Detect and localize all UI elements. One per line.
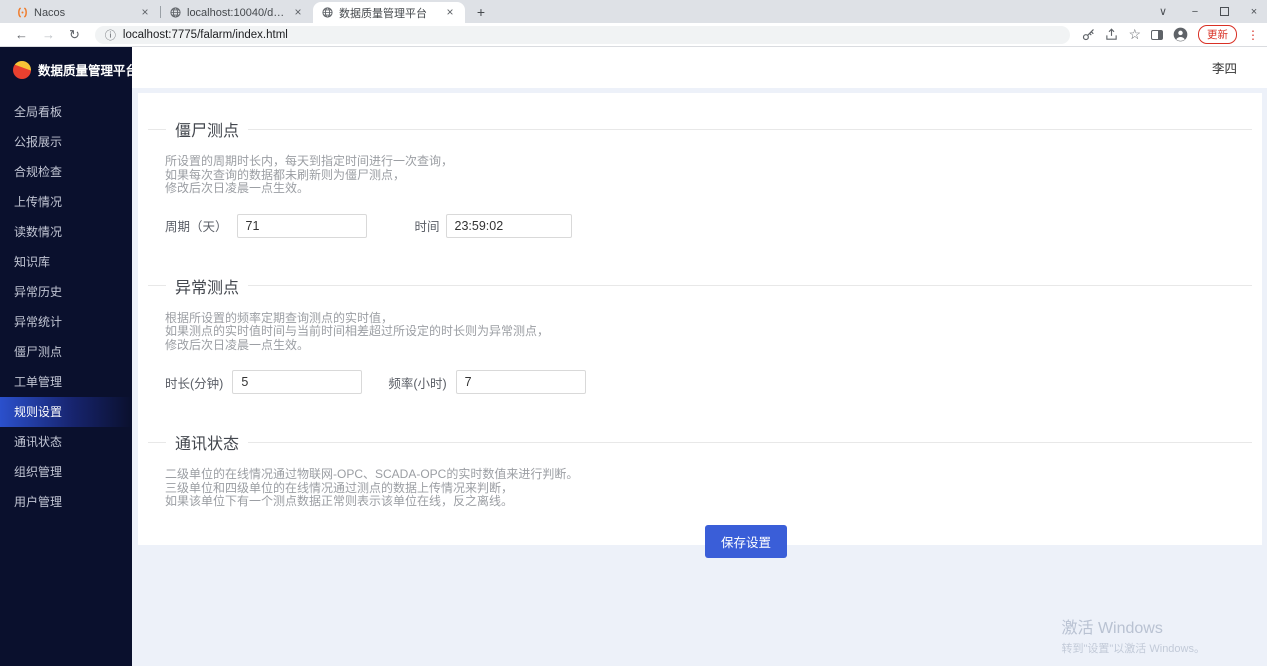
sidebar-item-communication-status[interactable]: 通讯状态 [0, 427, 132, 457]
description-line: 如果每次查询的数据都未刷新则为僵尸测点， [165, 169, 1262, 183]
tab-title: 数据质量管理平台 [339, 5, 437, 21]
minimize-button[interactable]: − [1188, 6, 1202, 18]
description-line: 三级单位和四级单位的在线情况通过测点的数据上传情况来判断， [165, 482, 1262, 496]
sidebar-item-reading-status[interactable]: 读数情况 [0, 217, 132, 247]
description-line: 如果测点的实时值时间与当前时间相差超过所设定的时长则为异常测点， [165, 325, 1262, 339]
description-line: 如果该单位下有一个测点数据正常则表示该单位在线，反之离线。 [165, 495, 1262, 509]
section-title: 通讯状态 [175, 430, 239, 454]
close-window-button[interactable]: × [1247, 6, 1261, 18]
frequency-hours-input[interactable] [456, 370, 586, 394]
tab-title: Nacos [34, 7, 132, 19]
section-divider: 异常测点 [148, 274, 1252, 298]
section-divider: 通讯状态 [148, 430, 1252, 454]
sidebar-item-user-management[interactable]: 用户管理 [0, 487, 132, 517]
section-abnormal-points: 异常测点 根据所设置的频率定期查询测点的实时值， 如果测点的实时值时间与当前时间… [138, 274, 1262, 395]
chrome-update-button[interactable]: 更新 [1198, 25, 1237, 44]
maximize-button[interactable] [1220, 7, 1229, 16]
sidebar-item-bulletin-display[interactable]: 公报展示 [0, 127, 132, 157]
browser-window: Nacos × localhost:10040/demo/psjdbc × 数据… [0, 0, 1267, 666]
actions-row: 保存设置 [138, 525, 1262, 558]
tab-close-icon[interactable]: × [443, 6, 457, 20]
window-controls: ∨ − × [1156, 0, 1261, 23]
sidebar-item-global-dashboard[interactable]: 全局看板 [0, 97, 132, 127]
sidebar-item-compliance-check[interactable]: 合规检查 [0, 157, 132, 187]
profile-avatar-icon[interactable] [1173, 27, 1188, 42]
app-header: 李四 [132, 47, 1267, 88]
forward-icon[interactable]: → [42, 27, 55, 42]
tab-close-icon[interactable]: × [291, 6, 305, 20]
description-line: 修改后次日凌晨一点生效。 [165, 182, 1262, 196]
toolbar-actions: ☆ 更新 ⋮ [1082, 25, 1259, 44]
app-logo: 数据质量管理平台 [0, 47, 132, 93]
browser-tabstrip: Nacos × localhost:10040/demo/psjdbc × 数据… [0, 0, 1267, 23]
form-row: 时长(分钟) 频率(小时) [165, 370, 1262, 394]
browser-toolbar: ← → ↻ ⓘ localhost:7775/falarm/index.html… [0, 23, 1267, 47]
sidebar-menu: 全局看板 公报展示 合规检查 上传情况 读数情况 知识库 异常历史 异常统计 僵… [0, 97, 132, 517]
windows-activation-watermark: 激活 Windows 转到"设置"以激活 Windows。 [1062, 614, 1206, 656]
app-title: 数据质量管理平台 [38, 60, 138, 79]
section-title: 异常测点 [175, 274, 239, 298]
section-description: 所设置的周期时长内，每天到指定时间进行一次查询， 如果每次查询的数据都未刷新则为… [165, 155, 1262, 196]
sidebar-item-upload-status[interactable]: 上传情况 [0, 187, 132, 217]
tab-title: localhost:10040/demo/psjdbc [187, 7, 285, 19]
watermark-line: 转到"设置"以激活 Windows。 [1062, 640, 1206, 656]
new-tab-button[interactable]: + [469, 2, 493, 22]
time-label: 时间 [415, 216, 440, 235]
app-root: 数据质量管理平台 全局看板 公报展示 合规检查 上传情况 读数情况 知识库 异常… [0, 47, 1267, 666]
sidebar-item-organization[interactable]: 组织管理 [0, 457, 132, 487]
main-area: 李四 僵尸测点 所设置的周期时长内，每天到指定时间进行一次查询， 如果每次查询的… [132, 47, 1267, 666]
settings-card: 僵尸测点 所设置的周期时长内，每天到指定时间进行一次查询， 如果每次查询的数据都… [138, 93, 1262, 545]
description-line: 修改后次日凌晨一点生效。 [165, 339, 1262, 353]
current-user-name[interactable]: 李四 [1212, 58, 1237, 77]
section-description: 二级单位的在线情况通过物联网-OPC、SCADA-OPC的实时数值来进行判断。 … [165, 468, 1262, 509]
address-bar[interactable]: ⓘ localhost:7775/falarm/index.html [95, 26, 1071, 44]
globe-icon [321, 7, 333, 19]
cycle-days-input[interactable] [237, 214, 367, 238]
browser-menu-chevron-icon[interactable]: ∨ [1156, 5, 1170, 18]
password-key-icon[interactable] [1082, 28, 1095, 41]
side-panel-icon[interactable] [1151, 30, 1163, 40]
browser-menu-icon[interactable]: ⋮ [1247, 28, 1259, 42]
description-line: 二级单位的在线情况通过物联网-OPC、SCADA-OPC的实时数值来进行判断。 [165, 468, 1262, 482]
section-description: 根据所设置的频率定期查询测点的实时值， 如果测点的实时值时间与当前时间相差超过所… [165, 312, 1262, 353]
sidebar-item-rule-settings[interactable]: 规则设置 [0, 397, 132, 427]
share-icon[interactable] [1105, 28, 1118, 41]
duration-minutes-input[interactable] [232, 370, 362, 394]
tab-close-icon[interactable]: × [138, 6, 152, 20]
back-icon[interactable]: ← [15, 27, 28, 42]
url-text: localhost:7775/falarm/index.html [123, 29, 288, 41]
form-row: 周期（天） 时间 [165, 214, 1262, 238]
watermark-line: 激活 Windows [1062, 614, 1206, 638]
refresh-icon[interactable]: ↻ [69, 27, 80, 43]
browser-tab-data-quality-platform[interactable]: 数据质量管理平台 × [313, 2, 465, 23]
browser-tab-psjdbc[interactable]: localhost:10040/demo/psjdbc × [161, 2, 313, 23]
globe-icon [169, 7, 181, 19]
nacos-favicon-icon [16, 7, 28, 19]
sidebar: 数据质量管理平台 全局看板 公报展示 合规检查 上传情况 读数情况 知识库 异常… [0, 47, 132, 666]
section-title: 僵尸测点 [175, 117, 239, 141]
time-input[interactable] [446, 214, 572, 238]
duration-minutes-label: 时长(分钟) [165, 373, 223, 392]
site-info-icon[interactable]: ⓘ [105, 27, 116, 43]
frequency-hours-label: 频率(小时) [388, 373, 446, 392]
browser-tab-nacos[interactable]: Nacos × [8, 2, 160, 23]
section-divider: 僵尸测点 [148, 117, 1252, 141]
section-zombie-points: 僵尸测点 所设置的周期时长内，每天到指定时间进行一次查询， 如果每次查询的数据都… [138, 117, 1262, 238]
sidebar-item-abnormal-history[interactable]: 异常历史 [0, 277, 132, 307]
bookmark-star-icon[interactable]: ☆ [1128, 26, 1141, 43]
petro-logo-icon [13, 61, 31, 79]
sidebar-item-zombie-points[interactable]: 僵尸测点 [0, 337, 132, 367]
description-line: 所设置的周期时长内，每天到指定时间进行一次查询， [165, 155, 1262, 169]
section-communication-status: 通讯状态 二级单位的在线情况通过物联网-OPC、SCADA-OPC的实时数值来进… [138, 430, 1262, 509]
description-line: 根据所设置的频率定期查询测点的实时值， [165, 312, 1262, 326]
sidebar-item-abnormal-statistics[interactable]: 异常统计 [0, 307, 132, 337]
sidebar-item-knowledge-base[interactable]: 知识库 [0, 247, 132, 277]
sidebar-item-work-order[interactable]: 工单管理 [0, 367, 132, 397]
cycle-days-label: 周期（天） [165, 216, 228, 235]
save-settings-button[interactable]: 保存设置 [705, 525, 787, 558]
